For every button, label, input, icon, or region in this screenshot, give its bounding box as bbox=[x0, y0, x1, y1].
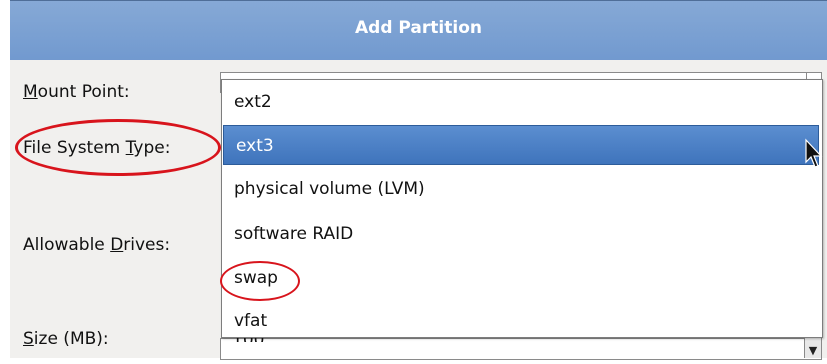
dropdown-option-vfat[interactable]: vfat bbox=[222, 301, 822, 341]
allowable-drives-label: Allowable Drives: bbox=[23, 235, 171, 255]
dropdown-option-ext2[interactable]: ext2 bbox=[222, 82, 822, 122]
size-input[interactable] bbox=[220, 338, 822, 360]
size-label: Size (MB): bbox=[23, 329, 109, 349]
dropdown-option-swap[interactable]: swap bbox=[222, 258, 822, 298]
dropdown-option-software-raid[interactable]: software RAID bbox=[222, 214, 822, 254]
swap-annotation-oval bbox=[220, 261, 300, 301]
file-system-type-annotation-oval bbox=[15, 119, 221, 176]
dialog-title: Add Partition bbox=[355, 18, 482, 38]
dialog-titlebar: Add Partition bbox=[10, 0, 827, 61]
size-spin-down-button[interactable]: ▼ bbox=[804, 338, 821, 358]
mouse-pointer-icon bbox=[805, 138, 823, 168]
dropdown-option-ext3[interactable]: ext3 bbox=[223, 125, 819, 165]
chevron-down-icon: ▼ bbox=[808, 344, 818, 357]
file-system-type-dropdown-popup: ext2 ext3 physical volume (LVM) software… bbox=[221, 79, 823, 338]
mount-point-label: Mount Point: bbox=[23, 82, 130, 102]
dropdown-option-physical-volume-lvm[interactable]: physical volume (LVM) bbox=[222, 169, 822, 209]
